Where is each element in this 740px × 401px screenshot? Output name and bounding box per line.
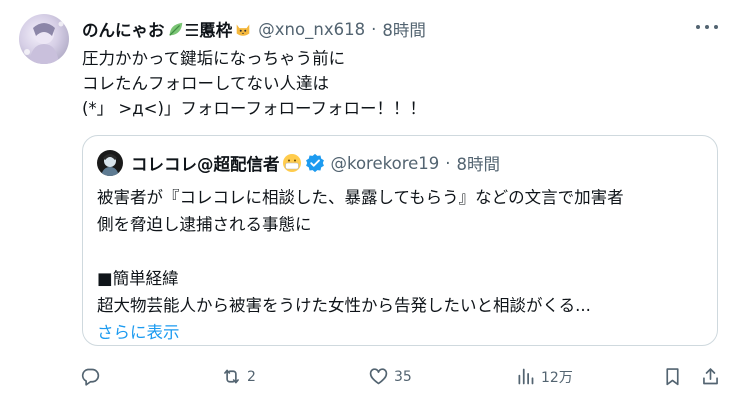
quote-author-avatar[interactable] [97,150,123,176]
bookmark-icon [666,368,679,386]
reply-button[interactable] [80,366,106,387]
quote-text-line: 超大物芸能人から被害をうけた女性から告発したいと相談がくる... [97,296,591,315]
quote-time[interactable]: 8時間 [457,151,501,175]
tweet-time[interactable]: 8時間 [382,17,426,41]
tweet-header: のんにゃお ☰慝枠 @xno_nx618 · 8時間 [82,17,426,41]
quote-header: コレコレ@超配信者 @korekore19 · 8時間 [97,150,500,176]
quote-text-line: ■簡単経緯 [97,269,179,288]
meta-separator: · [371,19,377,39]
views-button[interactable]: 12万 [515,366,573,387]
mask-emoji-icon [282,154,301,172]
tweet-text-line: 圧力かかって鍵垢になっちゃう前に [82,49,346,68]
reply-icon [81,368,100,386]
quote-tweet-card[interactable]: コレコレ@超配信者 @korekore19 · 8時間 被害者が『コレコレに相談… [82,135,718,346]
retweet-button[interactable]: 2 [221,366,256,387]
quote-text-line: 側を脅迫し逮捕される事態に [97,215,312,234]
author-name-suffix: ☰慝枠 [184,21,233,40]
like-button[interactable]: 35 [368,366,412,387]
views-icon [518,368,534,385]
author-avatar[interactable] [19,14,69,64]
author-handle[interactable]: @xno_nx618 [258,20,365,39]
leaf-emoji-icon [168,22,182,36]
show-more-link[interactable]: さらに表示 [97,319,624,346]
author-name[interactable]: のんにゃお [82,17,165,41]
quote-author-name[interactable]: コレコレ@超配信者 [131,151,280,175]
share-icon [703,368,718,385]
tweet-text-line: コレたんフォローしてない人達は [82,74,330,93]
more-icon[interactable] [696,20,718,34]
retweet-count: 2 [247,368,256,385]
quote-author-handle[interactable]: @korekore19 [331,154,440,173]
tweet-text: 圧力かかって鍵垢になっちゃう前に コレたんフォローしてない人達は (*」 >д<… [82,46,426,121]
views-count: 12万 [541,369,573,386]
bookmark-button[interactable] [662,366,683,387]
quote-text-line: 被害者が『コレコレに相談した、暴露してもらう』などの文言で加害者 [97,188,624,207]
retweet-icon [224,369,239,384]
quote-text-line [97,238,624,265]
cat-emoji-icon [236,24,250,36]
verified-badge-icon [305,153,324,173]
tweet-text-line: (*」 >д<)」フォローフォローフォロー！！！ [82,99,426,118]
quote-meta-separator: · [445,153,451,173]
quote-text: 被害者が『コレコレに相談した、暴露してもらう』などの文言で加害者 側を脅迫し逮捕… [97,184,624,346]
like-icon [369,368,388,385]
like-count: 35 [394,368,412,385]
action-bar: 2 35 12万 [80,366,725,388]
share-button[interactable] [700,366,721,387]
